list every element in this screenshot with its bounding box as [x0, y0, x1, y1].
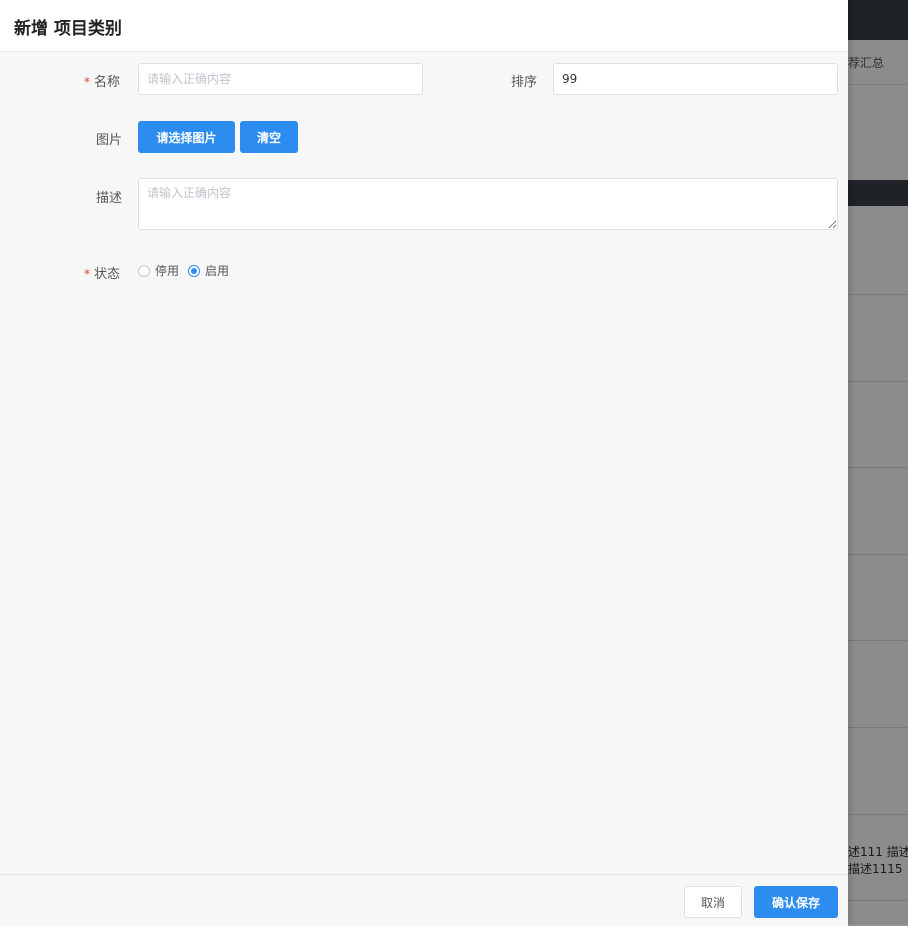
- drawer-title: 新增 项目类别: [14, 19, 122, 39]
- sort-input[interactable]: [553, 63, 838, 95]
- drawer-footer: 取消 确认保存: [0, 874, 848, 926]
- select-image-button[interactable]: 请选择图片: [138, 121, 235, 153]
- image-label: 图片: [96, 133, 123, 148]
- description-label: 描述: [96, 191, 123, 206]
- name-input[interactable]: [138, 63, 423, 95]
- description-textarea[interactable]: [138, 178, 838, 230]
- radio-label: 停用: [155, 264, 180, 278]
- required-mark: *: [84, 75, 90, 89]
- status-radio-enabled[interactable]: 启用: [188, 262, 229, 279]
- radio-circle-icon[interactable]: [138, 264, 150, 277]
- radio-checked-icon[interactable]: [188, 264, 201, 277]
- name-label: * 名称: [84, 71, 120, 90]
- required-mark: *: [84, 267, 90, 281]
- status-radio-group: 停用 启用: [138, 262, 238, 279]
- status-label: * 状态: [84, 263, 120, 282]
- name-label-text: 名称: [94, 75, 121, 90]
- radio-label: 启用: [205, 264, 230, 278]
- cancel-button[interactable]: 取消: [684, 886, 742, 918]
- sort-label: 排序: [511, 75, 538, 90]
- add-category-drawer: 新增 项目类别 *名称 排序 图片 请选择图片 清空 描述 *状态 停用 启用 …: [0, 0, 848, 926]
- clear-image-button[interactable]: 清空: [240, 121, 298, 153]
- confirm-save-button[interactable]: 确认保存: [754, 886, 838, 918]
- status-radio-disabled[interactable]: 停用: [138, 262, 179, 279]
- drawer-header: 新增 项目类别: [0, 0, 848, 52]
- status-label-text: 状态: [94, 267, 121, 282]
